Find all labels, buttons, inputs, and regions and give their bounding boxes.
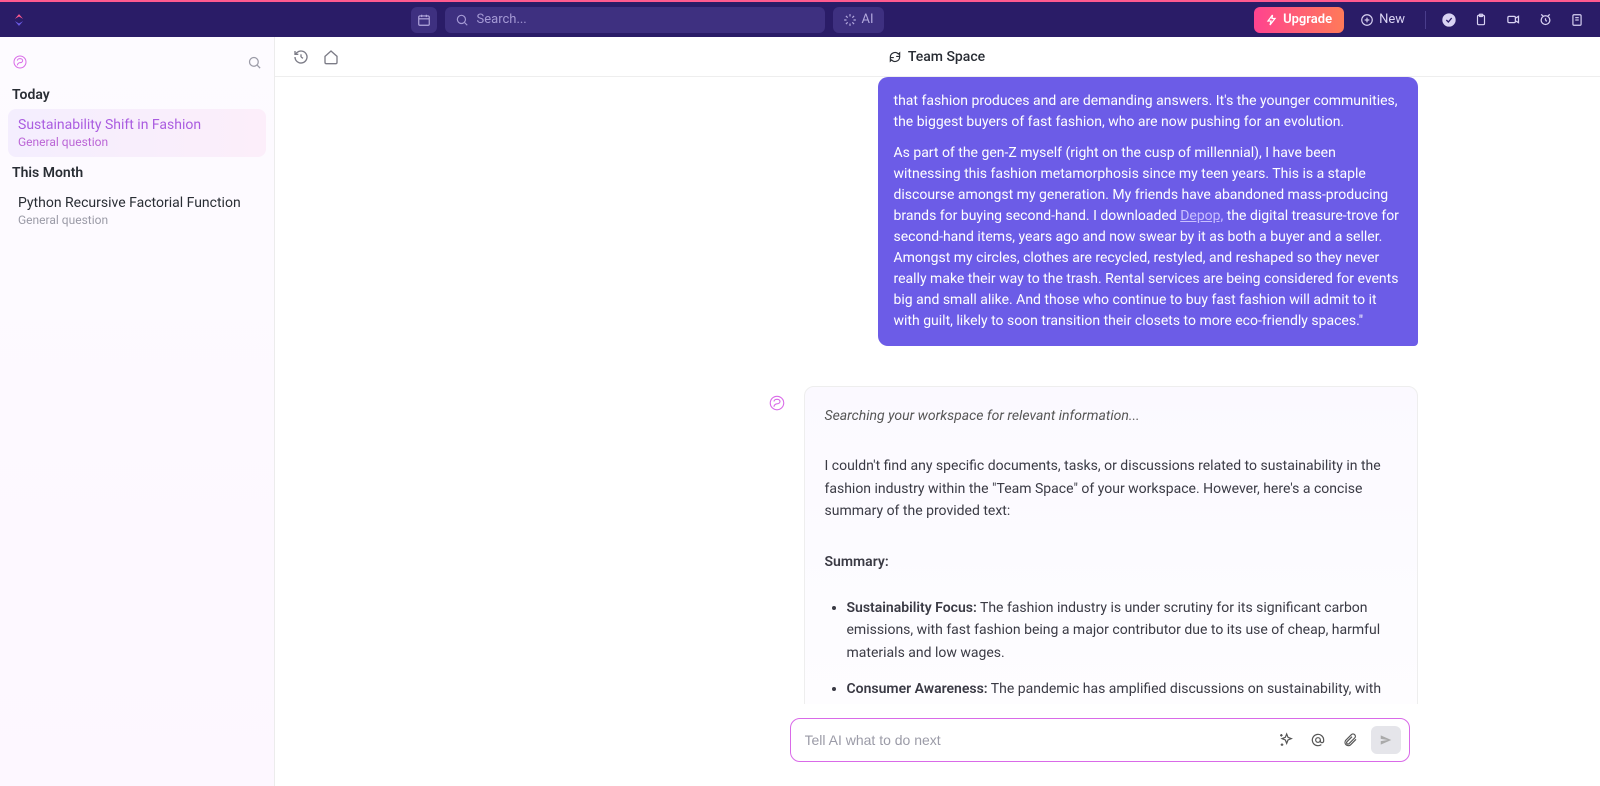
send-icon — [1379, 733, 1393, 747]
notepad-icon[interactable] — [1564, 7, 1590, 33]
mention-icon[interactable] — [1307, 729, 1329, 751]
plus-circle-icon — [1360, 13, 1374, 27]
conversation-title: Python Recursive Factorial Function — [18, 195, 256, 211]
page-title: Team Space — [908, 49, 985, 65]
conversation-title: Sustainability Shift in Fashion — [18, 117, 256, 133]
main-header: Team Space — [275, 37, 1600, 77]
history-icon[interactable] — [289, 45, 313, 69]
new-button[interactable]: New — [1350, 7, 1415, 33]
depop-link[interactable]: Depop, — [1180, 208, 1223, 224]
summary-point: Sustainability Focus: The fashion indust… — [847, 597, 1397, 664]
conversation-item[interactable]: Python Recursive Factorial Function Gene… — [8, 187, 266, 235]
enhance-icon[interactable] — [1275, 729, 1297, 751]
ai-prompt-input[interactable] — [805, 732, 1265, 748]
ai-label: AI — [862, 12, 874, 27]
conversation-subtitle: General question — [18, 213, 256, 227]
check-circle-icon[interactable] — [1436, 7, 1462, 33]
ai-button[interactable]: AI — [833, 7, 884, 33]
app-logo[interactable] — [10, 11, 28, 29]
user-paragraph: that fashion produces and are demanding … — [894, 91, 1402, 133]
summary-point: Consumer Awareness: The pandemic has amp… — [847, 678, 1397, 704]
section-today-label: Today — [8, 79, 266, 109]
ai-brain-icon — [12, 54, 28, 70]
ai-message: Searching your workspace for relevant in… — [804, 386, 1418, 704]
ai-status: Searching your workspace for relevant in… — [825, 405, 1397, 427]
conversation-subtitle: General question — [18, 135, 256, 149]
new-label: New — [1379, 12, 1405, 27]
separator — [1425, 11, 1426, 29]
top-navigation: Search... AI Upgrade New — [0, 0, 1600, 37]
summary-heading: Summary: — [825, 551, 1397, 573]
search-icon — [455, 13, 469, 27]
clipboard-icon[interactable] — [1468, 7, 1494, 33]
ai-avatar — [768, 394, 792, 418]
user-message: that fashion produces and are demanding … — [878, 77, 1418, 346]
section-month-label: This Month — [8, 157, 266, 187]
ai-input-bar — [790, 718, 1410, 762]
conversation-item[interactable]: Sustainability Shift in Fashion General … — [8, 109, 266, 157]
conversation-area: that fashion produces and are demanding … — [275, 77, 1600, 704]
global-search[interactable]: Search... — [445, 7, 825, 33]
upgrade-button[interactable]: Upgrade — [1254, 7, 1344, 33]
search-placeholder: Search... — [477, 12, 815, 27]
calendar-button[interactable] — [411, 7, 437, 33]
home-icon[interactable] — [319, 45, 343, 69]
video-icon[interactable] — [1500, 7, 1526, 33]
ai-intro: I couldn't find any specific documents, … — [825, 455, 1397, 522]
sparkle-icon — [843, 13, 857, 27]
refresh-icon — [888, 50, 902, 64]
upgrade-label: Upgrade — [1283, 12, 1332, 27]
sidebar-search-button[interactable] — [247, 55, 262, 70]
main-panel: Team Space that fashion produces and are… — [275, 37, 1600, 786]
alarm-icon[interactable] — [1532, 7, 1558, 33]
attach-icon[interactable] — [1339, 729, 1361, 751]
lightning-icon — [1266, 14, 1278, 26]
send-button[interactable] — [1371, 726, 1401, 754]
user-paragraph: As part of the gen-Z myself (right on th… — [894, 143, 1402, 332]
search-icon — [247, 55, 262, 70]
sidebar: Today Sustainability Shift in Fashion Ge… — [0, 37, 275, 786]
